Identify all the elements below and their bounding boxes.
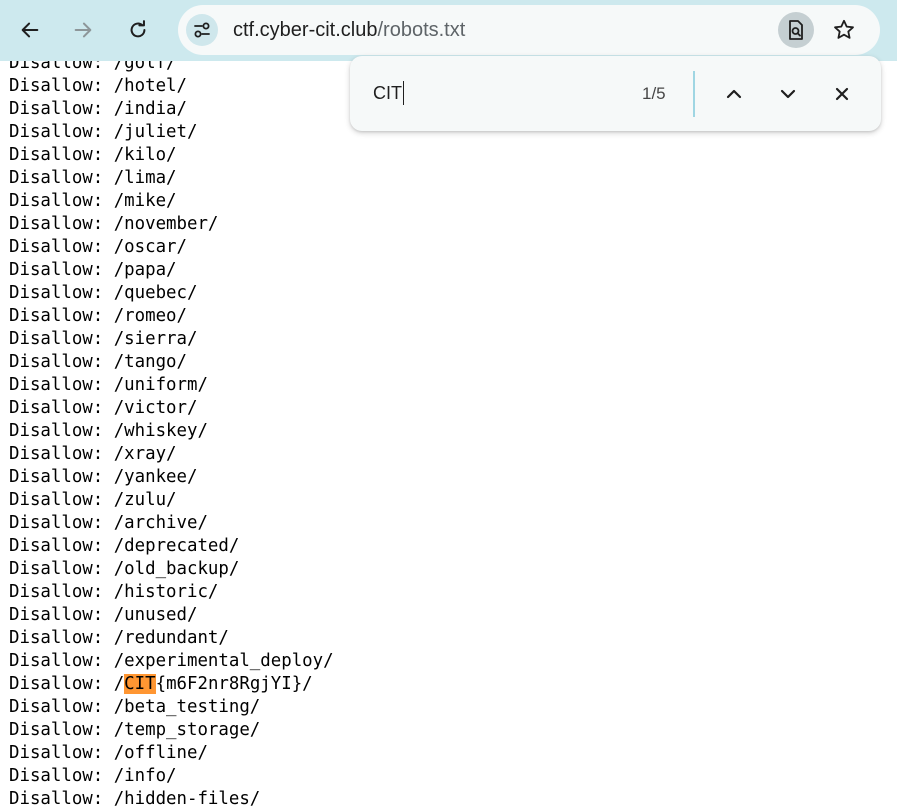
robots-line: Disallow: /whiskey/ [9, 421, 208, 441]
star-icon [834, 19, 854, 39]
page-search-button[interactable] [778, 12, 814, 48]
find-next-button[interactable] [770, 76, 806, 112]
robots-line: Disallow: /tango/ [9, 352, 187, 372]
robots-line: Disallow: /juliet/ [9, 122, 198, 142]
robots-line: Disallow: /quebec/ [9, 283, 198, 303]
robots-line: Disallow: /temp_storage/ [9, 720, 261, 740]
robots-line: Disallow: /lima/ [9, 168, 177, 188]
url-host: ctf.cyber-cit.club [233, 19, 378, 41]
robots-line: Disallow: /papa/ [9, 260, 177, 280]
robots-line: Disallow: /archive/ [9, 513, 208, 533]
search-match-highlight: CIT [124, 674, 156, 694]
robots-line: Disallow: /deprecated/ [9, 536, 240, 556]
robots-line: Disallow: /romeo/ [9, 306, 187, 326]
robots-line: Disallow: /historic/ [9, 582, 219, 602]
chevron-up-icon [726, 89, 742, 99]
robots-line: Disallow: /beta_testing/ [9, 697, 261, 717]
robots-line: Disallow: /mike/ [9, 191, 177, 211]
find-match-count: 1/5 [642, 84, 666, 103]
robots-line: Disallow: /victor/ [9, 398, 198, 418]
bookmark-button[interactable] [826, 12, 862, 48]
robots-line: Disallow: /hotel/ [9, 76, 187, 96]
robots-line: Disallow: /unused/ [9, 605, 198, 625]
robots-line: Disallow: /yankee/ [9, 467, 198, 487]
robots-line: Disallow: /sierra/ [9, 329, 198, 349]
browser-toolbar: ctf.cyber-cit.club/robots.txt [0, 0, 897, 61]
robots-line: Disallow: /november/ [9, 214, 219, 234]
robots-line: Disallow: /oscar/ [9, 237, 187, 257]
find-input[interactable]: CIT [373, 81, 404, 105]
flag-line: Disallow: /CIT{m6F2nr8RgjYI}/ [9, 673, 334, 696]
flag-line-prefix: Disallow: / [9, 674, 125, 694]
url-text[interactable]: ctf.cyber-cit.club/robots.txt [233, 19, 465, 41]
reload-icon [130, 20, 146, 38]
find-close-button[interactable] [824, 76, 860, 112]
chevron-down-icon [780, 89, 796, 99]
url-path: /robots.txt [377, 19, 466, 41]
page-search-icon [789, 20, 803, 40]
find-bar: CIT 1/5 [350, 56, 881, 131]
forward-button[interactable] [65, 12, 101, 48]
arrow-right-icon [74, 22, 92, 38]
robots-line: Disallow: /redundant/ [9, 628, 229, 648]
robots-line: Disallow: /experimental_deploy/ [9, 651, 334, 671]
robots-line: Disallow: /india/ [9, 99, 187, 119]
robots-txt-content: Disallow: /golf/Disallow: /hotel/Disallo… [9, 52, 334, 811]
tune-icon [194, 22, 210, 38]
arrow-left-icon [21, 22, 39, 38]
find-previous-button[interactable] [716, 76, 752, 112]
find-divider [693, 71, 695, 117]
robots-line: Disallow: /hidden-files/ [9, 789, 261, 809]
site-info-button[interactable] [186, 14, 218, 46]
back-button[interactable] [12, 12, 48, 48]
robots-line: Disallow: /kilo/ [9, 145, 177, 165]
robots-line: Disallow: /old_backup/ [9, 559, 240, 579]
reload-button[interactable] [120, 12, 156, 48]
robots-line: Disallow: /zulu/ [9, 490, 177, 510]
robots-line: Disallow: /uniform/ [9, 375, 208, 395]
close-icon [835, 87, 849, 101]
flag-line-suffix: {m6F2nr8RgjYI}/ [155, 674, 313, 694]
lines-before: Disallow: /golf/Disallow: /hotel/Disallo… [9, 52, 334, 673]
robots-line: Disallow: /xray/ [9, 444, 177, 464]
robots-line: Disallow: /info/ [9, 766, 177, 786]
address-bar[interactable]: ctf.cyber-cit.club/robots.txt [178, 5, 880, 55]
lines-after: Disallow: /beta_testing/Disallow: /temp_… [9, 696, 334, 811]
robots-line: Disallow: /offline/ [9, 743, 208, 763]
